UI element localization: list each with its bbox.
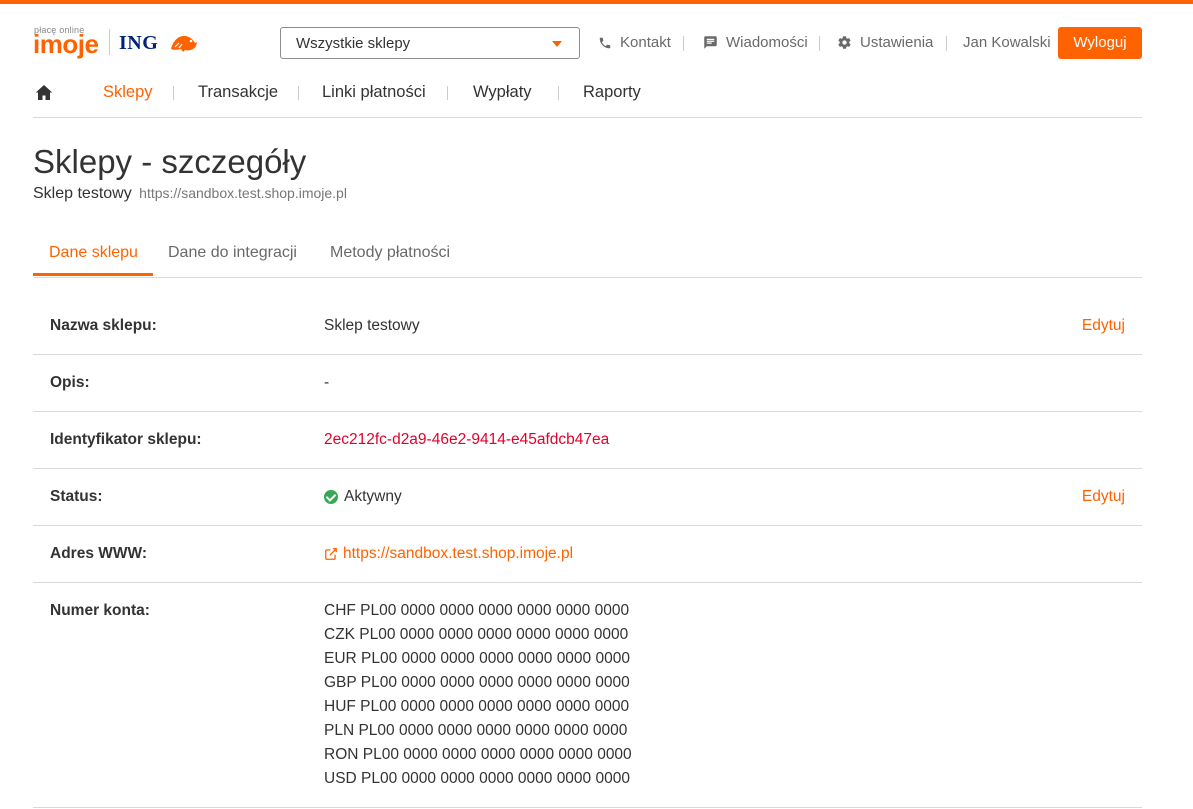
nav-divider bbox=[173, 86, 174, 100]
phone-icon bbox=[599, 37, 611, 48]
account-number: EUR PL00 0000 0000 0000 0000 0000 0000 bbox=[324, 650, 630, 667]
store-name: Sklep testowy bbox=[33, 185, 132, 202]
status-text: Aktywny bbox=[344, 488, 402, 505]
page-title: Sklepy - szczegóły bbox=[33, 143, 307, 180]
detail-label: Nazwa sklepu: bbox=[50, 317, 157, 334]
account-number: CZK PL00 0000 0000 0000 0000 0000 0000 bbox=[324, 626, 629, 643]
logo-ing: ING bbox=[119, 32, 159, 54]
check-circle-icon bbox=[324, 490, 338, 504]
nav-item-sklepy[interactable]: Sklepy bbox=[103, 83, 153, 102]
store-url: https://sandbox.test.shop.imoje.pl bbox=[139, 185, 347, 201]
detail-label: Numer konta: bbox=[50, 602, 150, 619]
tabs: Dane sklepu Dane do integracji Metody pł… bbox=[33, 236, 1142, 278]
account-number: GBP PL00 0000 0000 0000 0000 0000 0000 bbox=[324, 674, 630, 691]
detail-row-account: Numer konta: CHF PL00 0000 0000 0000 000… bbox=[33, 583, 1142, 808]
logo[interactable]: płacę online imoje ING bbox=[33, 25, 203, 59]
external-link-icon bbox=[325, 548, 337, 560]
detail-label: Status: bbox=[50, 488, 103, 505]
store-select[interactable]: Wszystkie sklepy bbox=[280, 27, 580, 59]
contact-label: Kontakt bbox=[620, 34, 671, 51]
nav-item-raporty[interactable]: Raporty bbox=[583, 83, 641, 102]
detail-value: Sklep testowy bbox=[324, 317, 420, 334]
detail-row-www: Adres WWW: https://sandbox.test.shop.imo… bbox=[33, 526, 1142, 583]
messages-label: Wiadomości bbox=[726, 34, 808, 51]
account-number: HUF PL00 0000 0000 0000 0000 0000 0000 bbox=[324, 698, 630, 715]
tab-dane-sklepu[interactable]: Dane sklepu bbox=[49, 244, 138, 262]
gear-icon bbox=[838, 36, 851, 49]
nav-divider bbox=[447, 86, 448, 100]
detail-row-name: Nazwa sklepu: Sklep testowy Edytuj bbox=[33, 298, 1142, 355]
contact-link[interactable]: Kontakt bbox=[598, 34, 671, 51]
detail-label: Identyfikator sklepu: bbox=[50, 431, 202, 448]
detail-label: Opis: bbox=[50, 374, 90, 391]
store-id-value: 2ec212fc-d2a9-46e2-9414-e45afdcb47ea bbox=[324, 431, 610, 448]
account-number: CHF PL00 0000 0000 0000 0000 0000 0000 bbox=[324, 602, 630, 619]
edit-name-link[interactable]: Edytuj bbox=[1082, 317, 1125, 335]
logo-divider bbox=[109, 29, 110, 55]
chevron-down-icon bbox=[552, 41, 562, 47]
account-number: USD PL00 0000 0000 0000 0000 0000 0000 bbox=[324, 770, 630, 787]
ing-lion-icon bbox=[171, 36, 197, 52]
settings-label: Ustawienia bbox=[860, 34, 934, 51]
header-divider bbox=[683, 36, 684, 51]
header: płacę online imoje ING Wszystkie sklepy … bbox=[33, 25, 1142, 59]
detail-row-description: Opis: - bbox=[33, 355, 1142, 412]
home-icon[interactable] bbox=[35, 84, 53, 101]
header-divider bbox=[946, 36, 947, 51]
detail-row-id: Identyfikator sklepu: 2ec212fc-d2a9-46e2… bbox=[33, 412, 1142, 469]
top-accent-bar bbox=[0, 0, 1193, 4]
edit-status-link[interactable]: Edytuj bbox=[1082, 488, 1125, 506]
nav-divider bbox=[298, 86, 299, 100]
account-number: RON PL00 0000 0000 0000 0000 0000 0000 bbox=[324, 746, 632, 763]
messages-link[interactable]: Wiadomości bbox=[703, 34, 808, 51]
tab-metody-platnosci[interactable]: Metody płatności bbox=[330, 244, 450, 262]
store-select-value: Wszystkie sklepy bbox=[296, 35, 411, 52]
logo-imoje: imoje bbox=[33, 29, 99, 59]
main-nav: Sklepy Transakcje Linki płatności Wypłat… bbox=[33, 80, 1142, 118]
nav-item-wyplaty[interactable]: Wypłaty bbox=[473, 83, 532, 102]
account-number: PLN PL00 0000 0000 0000 0000 0000 0000 bbox=[324, 722, 628, 739]
www-link[interactable]: https://sandbox.test.shop.imoje.pl bbox=[324, 545, 573, 563]
active-tab-indicator bbox=[33, 273, 153, 276]
status-value: Aktywny bbox=[324, 488, 402, 506]
nav-divider bbox=[558, 86, 559, 100]
account-list: CHF PL00 0000 0000 0000 0000 0000 0000 C… bbox=[324, 599, 632, 791]
user-name[interactable]: Jan Kowalski bbox=[963, 34, 1051, 51]
message-icon bbox=[704, 36, 717, 49]
header-divider bbox=[819, 36, 820, 51]
detail-label: Adres WWW: bbox=[50, 545, 148, 562]
settings-link[interactable]: Ustawienia bbox=[837, 34, 933, 51]
detail-row-status: Status: Aktywny Edytuj bbox=[33, 469, 1142, 526]
tab-dane-do-integracji[interactable]: Dane do integracji bbox=[168, 244, 297, 262]
page-subtitle: Sklep testowy https://sandbox.test.shop.… bbox=[33, 185, 347, 203]
detail-value: - bbox=[324, 374, 330, 391]
www-link-text: https://sandbox.test.shop.imoje.pl bbox=[343, 545, 574, 562]
logout-button[interactable]: Wyloguj bbox=[1058, 27, 1142, 59]
user-name-label: Jan Kowalski bbox=[963, 34, 1051, 51]
nav-item-transakcje[interactable]: Transakcje bbox=[198, 83, 278, 102]
nav-item-linki-platnosci[interactable]: Linki płatności bbox=[322, 83, 426, 102]
